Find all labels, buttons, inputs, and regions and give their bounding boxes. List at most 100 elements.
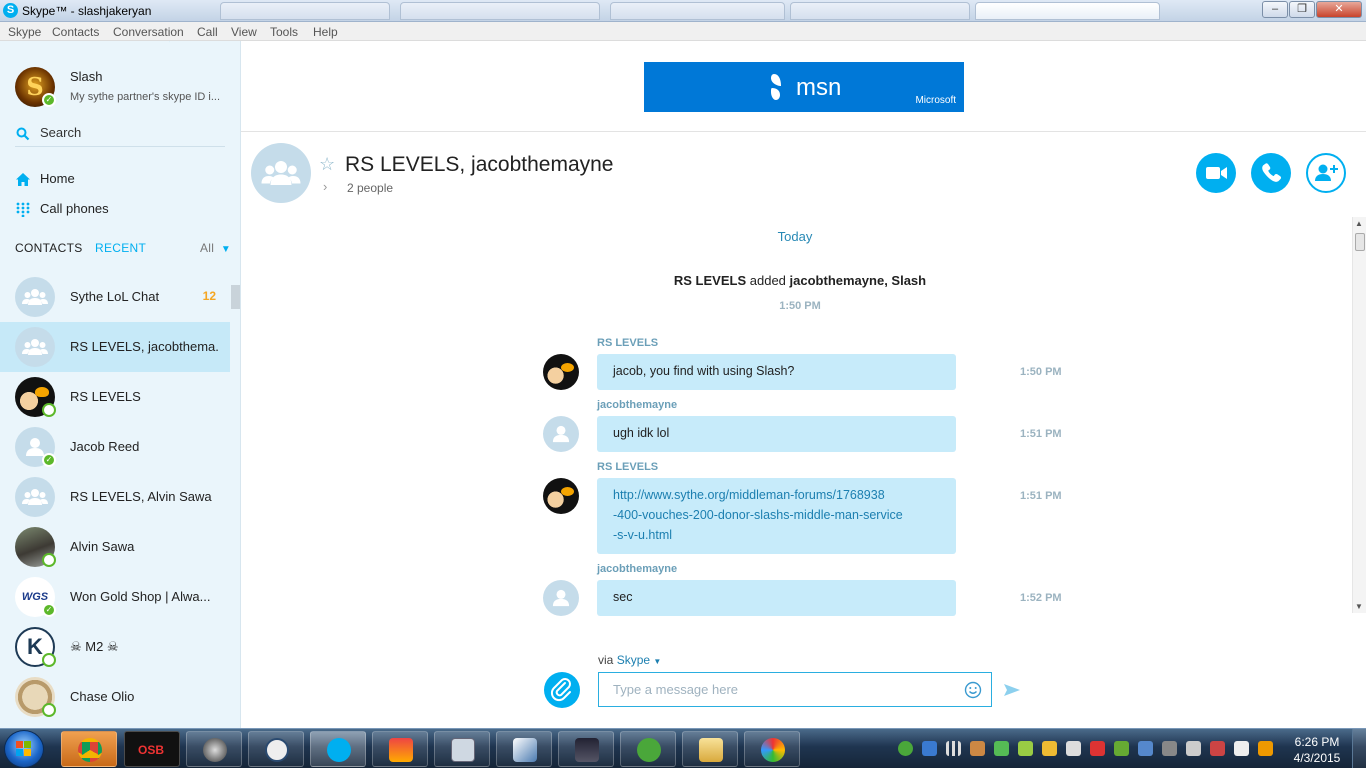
list-item[interactable]: WGS ✓ Won Gold Shop | Alwa... [0,572,230,622]
tray-app-icon[interactable] [1210,741,1225,756]
taskbar-app[interactable] [558,731,614,767]
taskbar-app[interactable] [496,731,552,767]
list-item[interactable]: Alvin Sawa [0,522,230,572]
scroll-down-arrow[interactable]: ▼ [1355,602,1363,611]
shield-icon[interactable] [922,741,937,756]
background-window-tab[interactable] [610,2,785,20]
video-call-button[interactable] [1196,153,1236,193]
message-sender: RS LEVELS [597,337,659,349]
audio-call-button[interactable] [1251,153,1291,193]
nav-home[interactable]: Home [15,170,225,190]
message-time: 1:50 PM [1020,366,1062,378]
menu-skype[interactable]: Skype [8,25,41,39]
add-people-button[interactable] [1306,153,1346,193]
tray-app-icon[interactable] [1066,741,1081,756]
list-item[interactable]: Sythe LoL Chat 12 [0,272,230,322]
menu-view[interactable]: View [231,25,257,39]
search-box[interactable]: Search [15,125,225,147]
utorrent-tray-icon[interactable] [898,741,913,756]
background-window-tab[interactable] [790,2,970,20]
tray-app-icon[interactable] [970,741,985,756]
background-window-tab[interactable] [400,2,600,20]
menu-call[interactable]: Call [197,25,218,39]
message-bubble[interactable]: jacob, you find with using Slash? [597,354,956,390]
menu-contacts[interactable]: Contacts [52,25,99,39]
filter-dropdown[interactable]: All ▼ [200,241,231,255]
attach-button[interactable] [544,672,580,708]
close-button[interactable]: ✕ [1316,1,1362,18]
list-item[interactable]: RS LEVELS, Alvin Sawa [0,472,230,522]
warning-icon[interactable] [1042,741,1057,756]
favorite-star-icon[interactable]: ☆ [319,154,335,175]
message-input[interactable] [598,672,992,707]
scroll-thumb[interactable] [1355,233,1365,251]
message-bubble[interactable]: sec [597,580,956,616]
tray-app-icon[interactable] [1138,741,1153,756]
participants-count[interactable]: 2 people [347,181,393,195]
profile-mood[interactable]: My sythe partner's skype ID i... [70,91,230,103]
message-link[interactable]: http://www.sythe.org/middleman-forums/17… [613,488,903,542]
minimize-button[interactable]: – [1262,1,1288,18]
taskbar-explorer[interactable] [682,731,738,767]
send-icon[interactable] [1003,683,1021,697]
tray-app-icon[interactable] [1162,741,1177,756]
message-bubble[interactable]: ugh idk lol [597,416,956,452]
taskbar-app[interactable] [372,731,428,767]
person-avatar[interactable] [543,580,579,616]
maximize-button[interactable]: ❐ [1289,1,1315,18]
pdf-icon[interactable] [1090,741,1105,756]
tab-contacts[interactable]: CONTACTS [15,241,83,255]
menu-help[interactable]: Help [313,25,338,39]
background-window-tab[interactable] [975,2,1160,20]
flag-icon[interactable] [1234,741,1249,756]
list-item[interactable]: K ☠ M2 ☠ [0,622,230,672]
list-item[interactable]: RS LEVELS [0,372,230,422]
list-item[interactable]: ✓ Jacob Reed [0,422,230,472]
conversation-title[interactable]: RS LEVELS, jacobthemayne [345,153,614,177]
penguin-avatar[interactable] [543,478,579,514]
sidebar-scrollbar[interactable] [231,285,240,309]
menu-tools[interactable]: Tools [270,25,298,39]
nav-call-phones[interactable]: Call phones [15,200,225,220]
group-avatar [15,327,55,367]
message-time: 1:51 PM [1020,490,1062,502]
taskbar-osb[interactable]: OSB [124,731,180,767]
tray-app-icon[interactable] [1114,741,1129,756]
taskbar-app[interactable] [186,731,242,767]
background-window-tab[interactable] [220,2,390,20]
taskbar-clock[interactable]: 6:26 PM 4/3/2015 [1286,734,1348,766]
person-avatar[interactable] [543,416,579,452]
show-desktop-button[interactable] [1352,729,1366,768]
profile-name[interactable]: Slash [70,69,103,84]
signal-icon[interactable] [946,741,961,756]
contact-name: ☠ M2 ☠ [70,639,119,654]
sidebar: S ✓ Slash My sythe partner's skype ID i.… [0,41,241,728]
taskbar-paint[interactable] [744,731,800,767]
tray-app-icon[interactable] [1018,741,1033,756]
tray-app-icon[interactable] [994,741,1009,756]
menu-conversation[interactable]: Conversation [113,25,184,39]
penguin-avatar[interactable] [543,354,579,390]
presence-online-icon: ✓ [42,603,56,617]
list-item-selected[interactable]: RS LEVELS, jacobthema... [0,322,230,372]
volume-icon[interactable] [1186,741,1201,756]
start-button[interactable] [4,730,44,768]
download-icon[interactable] [1258,741,1273,756]
scroll-up-arrow[interactable]: ▲ [1355,219,1363,228]
taskbar-skype[interactable] [310,731,366,767]
person-icon [552,425,570,443]
taskbar-calculator[interactable] [434,731,490,767]
conversation-scrollbar[interactable]: ▲ ▼ [1352,217,1366,613]
tab-recent[interactable]: RECENT [95,241,146,255]
taskbar-chrome[interactable] [61,731,117,767]
message-history: Today RS LEVELS added jacobthemayne, Sla… [241,217,1353,617]
conversation-group-avatar[interactable] [251,143,311,203]
emoticon-icon[interactable] [964,681,982,699]
chevron-right-icon[interactable]: › [323,179,327,194]
via-selector[interactable]: via Skype ▼ [598,653,661,667]
taskbar-utorrent[interactable] [620,731,676,767]
list-item[interactable]: Chase Olio [0,672,230,722]
taskbar-app[interactable] [248,731,304,767]
msn-ad-banner[interactable]: msn Microsoft [644,62,964,112]
ad-logo: msn [796,74,842,101]
